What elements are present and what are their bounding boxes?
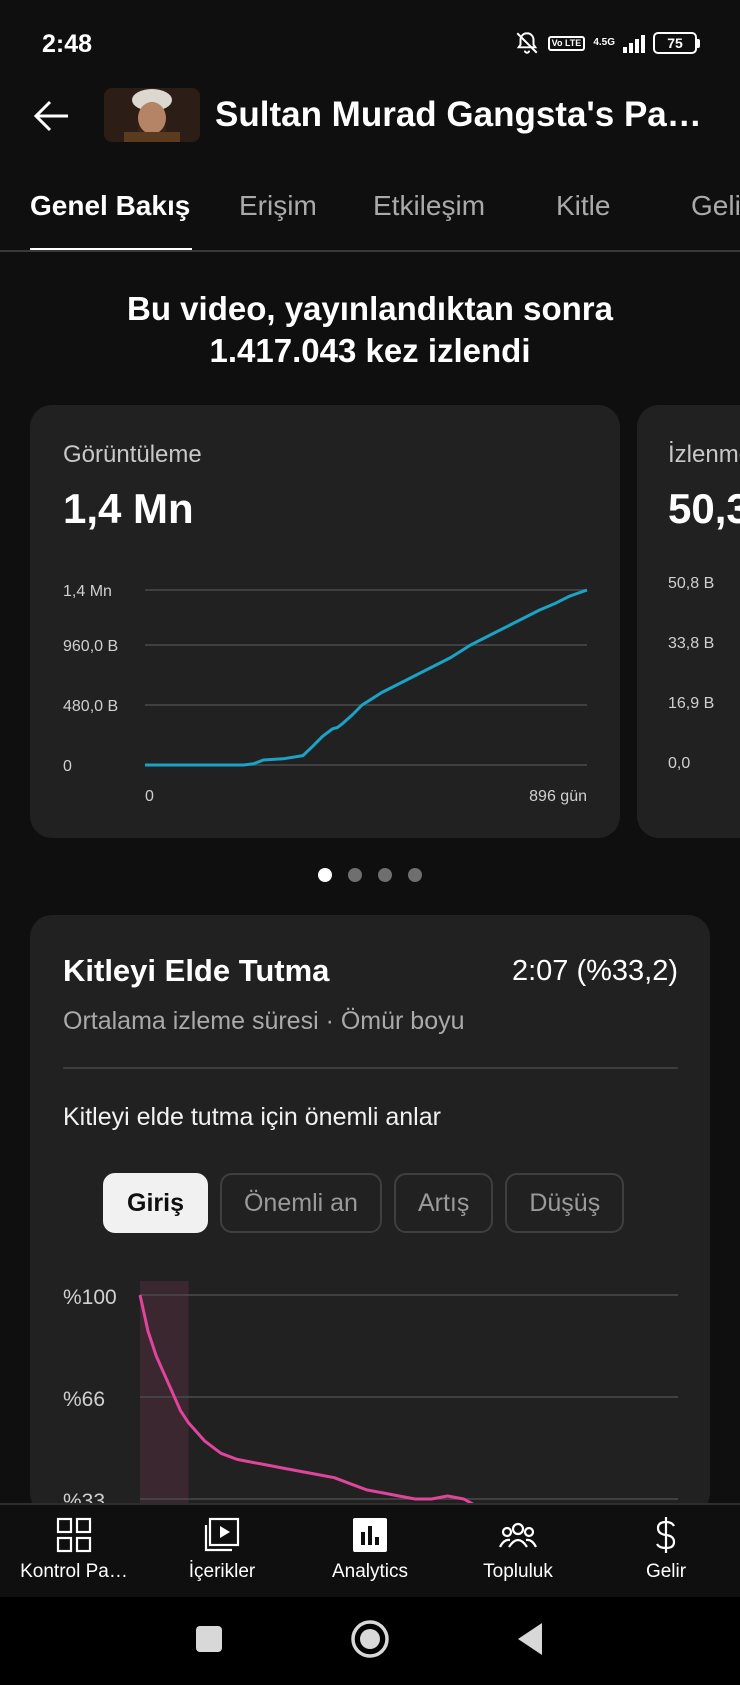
nav-label: Analytics [331,1561,409,1582]
tab-revenue[interactable]: Geli [691,190,740,222]
headline-line-2: 1.417.043 kez izlendi [209,332,531,369]
intro-highlight [140,1281,189,1515]
nav-analytics[interactable]: Analytics [300,1515,440,1583]
retention-chart: %100%66%33 [63,1281,678,1515]
nav-label: Topluluk [483,1561,553,1582]
nav-label: Kontrol Pa… [20,1561,128,1582]
system-navigation [0,1597,740,1685]
back-arrow-icon[interactable] [32,98,72,134]
peek-y-tick: 50,8 B [668,575,715,592]
status-icons: Vo LTE 4.5G 75 [514,30,700,56]
y-tick-label: 0 [63,758,72,775]
watch-time-card-label: İzlenme [668,441,740,468]
tab-engagement[interactable]: Etkileşim [373,190,485,222]
y-tick-label: %66 [63,1388,105,1411]
network-type: 4.5G [593,37,615,48]
nav-label: Gelir [645,1561,687,1582]
peek-y-tick: 0,0 [668,755,691,772]
battery-level: 75 [653,32,697,54]
watch-time-card-value: 50,3 [668,485,740,532]
nav-community[interactable]: Topluluk [448,1515,588,1583]
moment-chips: Giriş Önemli an Artış Düşüş [103,1173,625,1233]
nav-label: İçerikler [188,1561,256,1582]
nav-earn[interactable]: Gelir [596,1515,736,1583]
x-tick-label: 896 gün [529,788,587,805]
peek-y-tick: 33,8 B [668,635,715,652]
retention-subtitle: Ortalama izleme süresi · Ömür boyu [63,1007,465,1035]
recents-icon[interactable] [194,1617,224,1661]
carousel-dot[interactable] [318,868,332,882]
retention-series-line [138,1294,481,1510]
key-moments-heading: Kitleyi elde tutma için önemli anlar [63,1103,441,1131]
carousel-dot[interactable] [408,868,422,882]
home-icon[interactable] [348,1617,392,1661]
divider [63,1067,678,1069]
tab-audience[interactable]: Kitle [556,190,610,222]
battery-icon: 75 [653,32,700,54]
retention-title: Kitleyi Elde Tutma [63,953,330,988]
views-card[interactable]: Görüntüleme 1,4 Mn 0 480,0 B 960,0 B 1,4 Mn… [30,405,620,838]
bottom-navigation: Kontrol Pa… İçerikler Analytics Topluluk [0,1503,740,1597]
nav-dashboard[interactable]: Kontrol Pa… [4,1515,144,1583]
content-icon [204,1517,240,1552]
views-headline: Bu video, yayınlandıktan sonra 1.417.043… [0,288,740,372]
peek-y-tick: 16,9 B [668,695,715,712]
back-icon[interactable] [514,1617,546,1661]
dollar-icon [656,1517,676,1553]
app-header: Sultan Murad Gangsta's Par… [0,88,740,144]
views-card-value: 1,4 Mn [63,485,194,532]
views-card-label: Görüntüleme [63,441,202,468]
community-icon [499,1522,537,1548]
carousel-dot[interactable] [348,868,362,882]
signal-icon [623,33,645,53]
chip-dip[interactable]: Düşüş [505,1173,625,1233]
y-tick-label: 960,0 B [63,638,118,655]
status-bar: 2:48 Vo LTE 4.5G 75 [0,0,740,88]
chip-intro[interactable]: Giriş [103,1173,208,1233]
views-chart: 0 480,0 B 960,0 B 1,4 Mn 0 896 gün [63,583,588,805]
analytics-tabs: Genel Bakış Erişim Etkileşim Kitle Geli [0,176,740,252]
analytics-icon [353,1518,387,1552]
retention-value: 2:07 (%33,2) [511,955,678,987]
x-tick-label: 0 [145,788,154,805]
nav-content[interactable]: İçerikler [152,1515,292,1583]
y-tick-label: 1,4 Mn [63,583,112,600]
dashboard-icon [56,1517,92,1553]
carousel-dots [318,868,422,882]
headline-line-1: Bu video, yayınlandıktan sonra [127,290,613,327]
video-thumbnail [104,88,200,142]
tab-reach[interactable]: Erişim [239,190,317,222]
status-time: 2:48 [42,30,93,58]
video-title: Sultan Murad Gangsta's Par… [215,95,715,134]
active-tab-indicator [30,248,192,250]
chip-spike[interactable]: Artış [393,1173,494,1233]
bell-muted-icon [516,32,538,54]
views-series-line [145,588,588,767]
y-tick-label: %100 [63,1286,117,1309]
y-tick-label: 480,0 B [63,698,118,715]
retention-card: Kitleyi Elde Tutma 2:07 (%33,2) Ortalama… [30,915,710,1515]
volte-badge: Vo LTE [547,35,586,51]
watch-time-card[interactable]: İzlenme 50,3 50,8 B 33,8 B 16,9 B 0,0 [637,405,740,838]
tab-overview[interactable]: Genel Bakış [30,190,190,222]
carousel-dot[interactable] [378,868,392,882]
chip-top-moment[interactable]: Önemli an [219,1173,382,1233]
